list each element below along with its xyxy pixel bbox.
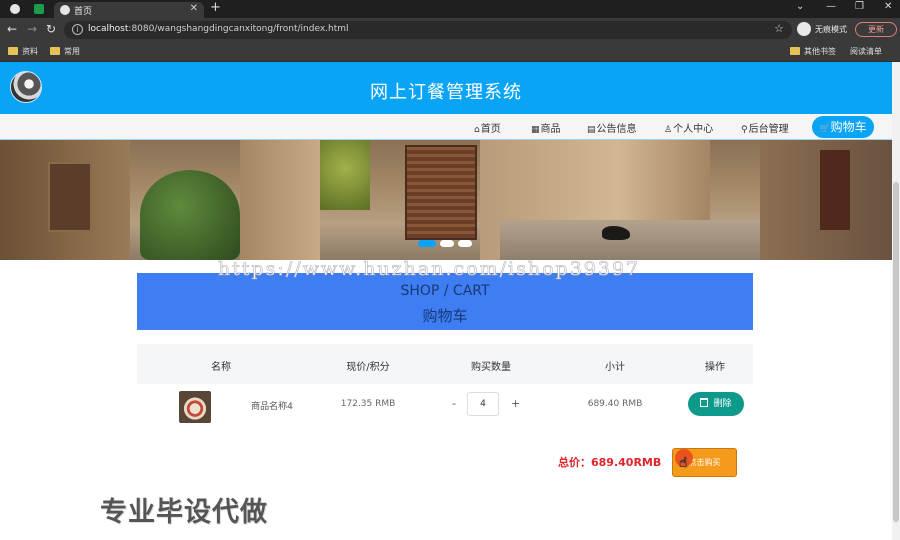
link-icon: ⚲: [741, 125, 748, 135]
globe-icon: [60, 5, 70, 15]
user-icon: ♙: [664, 125, 673, 135]
globe-icon: [10, 4, 20, 14]
site-header: 网上订餐管理系统: [0, 62, 892, 114]
forward-button[interactable]: →: [27, 22, 37, 36]
url-host: localhost: [88, 24, 129, 34]
grid-icon: ▦: [531, 125, 540, 135]
reading-list[interactable]: 阅读清单: [850, 46, 882, 57]
trash-icon: [700, 398, 709, 407]
watermark-url: https://www.huzhan.com/ishop39397: [218, 258, 641, 281]
carousel-dots: [418, 240, 478, 248]
folder-icon: [790, 47, 800, 55]
quantity-increase-button[interactable]: +: [511, 397, 520, 410]
bookmarks-bar: 资料 常用 其他书签 阅读清单: [0, 42, 900, 62]
nav-home[interactable]: ⌂首页: [474, 120, 501, 135]
cart-icon: 🛒: [819, 124, 831, 134]
notice-icon: ▤: [587, 125, 596, 135]
product-thumbnail[interactable]: [179, 391, 211, 423]
table-row: 商品名称4 172.35 RMB - + 689.40 RMB 删除: [137, 385, 753, 425]
bookmark-folder[interactable]: 常用: [50, 46, 80, 57]
carousel-dot[interactable]: [458, 240, 472, 247]
main-nav: ⌂首页 ▦商品 ▤公告信息 ♙个人中心 ⚲后台管理 🛒购物车: [0, 114, 892, 140]
scrollbar-thumb[interactable]: [893, 182, 899, 522]
reload-button[interactable]: ↻: [46, 22, 56, 36]
cart-title-en: SHOP / CART: [400, 283, 490, 299]
nav-products[interactable]: ▦商品: [531, 120, 561, 135]
nav-user-center[interactable]: ♙个人中心: [664, 120, 713, 135]
carousel-dot[interactable]: [418, 240, 436, 247]
nav-announcements[interactable]: ▤公告信息: [587, 120, 637, 135]
maximize-button[interactable]: ❐: [855, 1, 864, 12]
site-info-icon[interactable]: i: [72, 24, 83, 35]
cart-heading: SHOP / CART 购物车: [137, 273, 753, 330]
column-header: 小计: [605, 362, 625, 373]
page-scrollbar[interactable]: [892, 62, 900, 540]
column-header: 购买数量: [471, 362, 511, 373]
back-button[interactable]: ←: [7, 22, 17, 36]
carousel-dot[interactable]: [440, 240, 454, 247]
tab-search-icon[interactable]: ⌄: [796, 1, 804, 12]
site-title: 网上订餐管理系统: [370, 82, 522, 103]
row-subtotal: 689.40 RMB: [587, 399, 643, 409]
folder-icon: [8, 47, 18, 55]
active-tab[interactable]: 首页 ✕: [54, 2, 204, 18]
tab-close-icon[interactable]: ✕: [190, 3, 198, 14]
address-toolbar: ← → ↻ i localhost:8080/wangshangdingcanx…: [0, 18, 900, 42]
cart-table-header: 名称 现价/积分 购买数量 小计 操作: [137, 344, 753, 384]
bookmark-star-icon[interactable]: ☆: [774, 22, 784, 35]
nav-admin[interactable]: ⚲后台管理: [741, 120, 789, 135]
url-bar[interactable]: i localhost:8080/wangshangdingcanxitong/…: [64, 21, 792, 39]
browser-tab-bar: 首页 ✕ + ⌄ — ❐ ✕: [0, 0, 900, 18]
home-icon: ⌂: [474, 125, 480, 135]
folder-icon: [50, 47, 60, 55]
url-path: :8080/wangshangdingcanxitong/front/index…: [128, 24, 349, 34]
cart-total: 总价：689.40RMB: [558, 456, 662, 469]
window-close-button[interactable]: ✕: [884, 1, 892, 12]
sheet-icon: [34, 4, 44, 14]
promo-text: 专业毕设代做: [100, 497, 268, 528]
cart-title-cn: 购物车: [422, 307, 468, 325]
bookmark-folder[interactable]: 资料: [8, 46, 38, 57]
column-header: 现价/积分: [346, 362, 390, 373]
quantity-decrease-button[interactable]: -: [452, 397, 456, 410]
incognito-label: 无痕模式: [815, 25, 847, 34]
quantity-input[interactable]: [467, 392, 499, 416]
nav-cart-button[interactable]: 🛒购物车: [812, 116, 874, 138]
column-header: 名称: [211, 362, 231, 373]
minimize-button[interactable]: —: [826, 1, 836, 12]
other-bookmarks[interactable]: 其他书签: [790, 46, 836, 57]
column-header: 操作: [705, 362, 725, 373]
new-tab-button[interactable]: +: [210, 0, 221, 15]
delete-button[interactable]: 删除: [688, 392, 744, 416]
update-button[interactable]: 更新: [855, 22, 897, 37]
product-price: 172.35 RMB: [340, 399, 396, 409]
product-name: 商品名称4: [251, 402, 293, 412]
url-text: localhost:8080/wangshangdingcanxitong/fr…: [88, 24, 349, 34]
pinned-tabs[interactable]: [4, 2, 48, 16]
tab-title: 首页: [74, 7, 93, 17]
hand-cursor-icon: ☝: [679, 455, 688, 472]
incognito-icon[interactable]: [797, 22, 811, 36]
